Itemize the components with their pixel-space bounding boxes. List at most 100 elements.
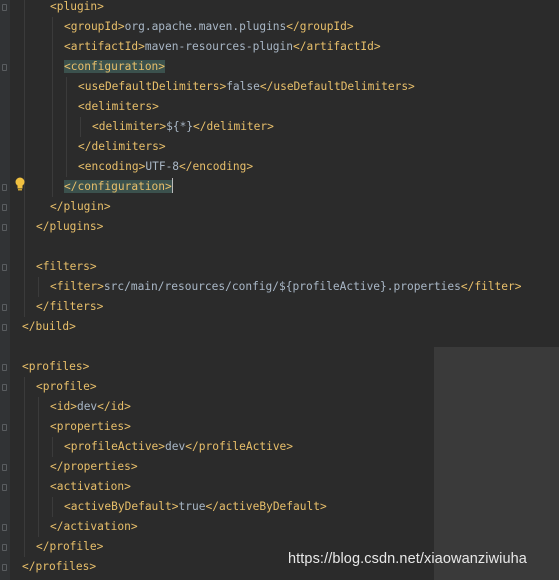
code-line[interactable]: </profile> bbox=[36, 537, 103, 557]
xml-text: ${*} bbox=[166, 120, 194, 133]
xml-tag: </encoding> bbox=[179, 160, 254, 173]
code-line[interactable]: </plugins> bbox=[36, 217, 103, 237]
fold-marker-icon[interactable] bbox=[2, 184, 7, 191]
xml-tag: </id> bbox=[97, 400, 131, 413]
indent-guide bbox=[24, 0, 25, 317]
code-line[interactable]: <artifactId>maven-resources-plugin</arti… bbox=[64, 37, 381, 57]
fold-marker-icon[interactable] bbox=[2, 64, 7, 71]
fold-marker-icon[interactable] bbox=[2, 364, 7, 371]
fold-marker-icon[interactable] bbox=[2, 224, 7, 231]
fold-marker-icon[interactable] bbox=[2, 524, 7, 531]
text-caret bbox=[171, 178, 173, 193]
code-line[interactable]: <activeByDefault>true</activeByDefault> bbox=[64, 497, 327, 517]
xml-tag: </configuration> bbox=[64, 180, 172, 193]
lightbulb-icon[interactable] bbox=[14, 177, 26, 191]
xml-tag: </delimiters> bbox=[78, 140, 166, 153]
xml-tag: <activeByDefault> bbox=[64, 500, 179, 513]
xml-tag: </activeByDefault> bbox=[205, 500, 327, 513]
indent-guide bbox=[80, 117, 81, 137]
xml-tag: </profileActive> bbox=[185, 440, 294, 453]
indent-guide bbox=[38, 277, 39, 297]
xml-tag: <profiles> bbox=[22, 360, 90, 373]
fold-marker-icon[interactable] bbox=[2, 324, 7, 331]
fold-marker-icon[interactable] bbox=[2, 544, 7, 551]
watermark-text: https://blog.csdn.net/xiaowanziwiuha bbox=[288, 551, 527, 567]
xml-tag: <artifactId> bbox=[64, 40, 145, 53]
xml-tag: </activation> bbox=[50, 520, 138, 533]
xml-tag: <configuration> bbox=[64, 60, 166, 73]
fold-marker-icon[interactable] bbox=[2, 204, 7, 211]
code-line[interactable]: <profileActive>dev</profileActive> bbox=[64, 437, 293, 457]
fold-marker-icon[interactable] bbox=[2, 264, 7, 271]
xml-tag: </groupId> bbox=[286, 20, 354, 33]
code-line[interactable]: <delimiters> bbox=[78, 97, 159, 117]
xml-tag: <delimiter> bbox=[92, 120, 167, 133]
xml-tag: <delimiters> bbox=[78, 100, 159, 113]
xml-tag: <plugin> bbox=[50, 0, 104, 13]
code-line[interactable]: </plugin> bbox=[50, 197, 111, 217]
xml-tag: <encoding> bbox=[78, 160, 146, 173]
fold-marker-icon[interactable] bbox=[2, 564, 7, 571]
indent-guide bbox=[38, 397, 39, 537]
xml-text: maven-resources-plugin bbox=[144, 40, 294, 53]
fold-marker-icon[interactable] bbox=[2, 484, 7, 491]
xml-text: true bbox=[178, 500, 206, 513]
code-line[interactable]: </properties> bbox=[50, 457, 138, 477]
indent-guide bbox=[24, 377, 25, 557]
indent-guide bbox=[66, 77, 67, 177]
code-line[interactable]: <properties> bbox=[50, 417, 131, 437]
code-line[interactable]: </configuration> bbox=[64, 177, 173, 197]
code-line[interactable]: <encoding>UTF-8</encoding> bbox=[78, 157, 253, 177]
xml-tag: </filters> bbox=[36, 300, 104, 313]
code-line[interactable]: <profile> bbox=[36, 377, 97, 397]
xml-tag: </build> bbox=[22, 320, 76, 333]
xml-tag: </filter> bbox=[460, 280, 522, 293]
xml-tag: </profile> bbox=[36, 540, 104, 553]
code-line[interactable]: <useDefaultDelimiters>false</useDefaultD… bbox=[78, 77, 415, 97]
code-line[interactable]: <filters> bbox=[36, 257, 97, 277]
code-line[interactable]: <plugin> bbox=[50, 0, 104, 17]
xml-tag: <groupId> bbox=[64, 20, 125, 33]
xml-text: false bbox=[226, 80, 260, 93]
xml-tag: </properties> bbox=[50, 460, 138, 473]
editor-gutter[interactable] bbox=[0, 0, 10, 580]
xml-text: dev bbox=[165, 440, 186, 453]
code-line[interactable]: </activation> bbox=[50, 517, 138, 537]
code-line[interactable]: </filters> bbox=[36, 297, 103, 317]
indent-guide bbox=[52, 437, 53, 457]
editor-overlay-panel bbox=[434, 347, 559, 580]
fold-marker-icon[interactable] bbox=[2, 4, 7, 11]
code-line[interactable]: <activation> bbox=[50, 477, 131, 497]
code-line[interactable]: <id>dev</id> bbox=[50, 397, 131, 417]
fold-marker-icon[interactable] bbox=[2, 384, 7, 391]
xml-tag: </plugins> bbox=[36, 220, 104, 233]
code-line[interactable]: </delimiters> bbox=[78, 137, 166, 157]
code-line[interactable]: <profiles> bbox=[22, 357, 89, 377]
code-line[interactable]: </build> bbox=[22, 317, 76, 337]
xml-tag: </profiles> bbox=[22, 560, 97, 573]
xml-text: UTF-8 bbox=[145, 160, 180, 173]
code-line[interactable]: </profiles> bbox=[22, 557, 96, 577]
xml-tag: <filter> bbox=[50, 280, 104, 293]
xml-tag: <profile> bbox=[36, 380, 97, 393]
xml-tag: <filters> bbox=[36, 260, 97, 273]
fold-marker-icon[interactable] bbox=[2, 424, 7, 431]
xml-text: org.apache.maven.plugins bbox=[124, 20, 287, 33]
code-editor[interactable]: <plugin> <groupId>org.apache.maven.plugin… bbox=[0, 0, 559, 580]
code-line[interactable]: <groupId>org.apache.maven.plugins</group… bbox=[64, 17, 354, 37]
xml-tag: </artifactId> bbox=[293, 40, 381, 53]
xml-tag: <id> bbox=[50, 400, 77, 413]
fold-marker-icon[interactable] bbox=[2, 464, 7, 471]
xml-tag: </delimiter> bbox=[193, 120, 274, 133]
indent-guide bbox=[52, 497, 53, 517]
xml-tag: <profileActive> bbox=[64, 440, 166, 453]
xml-tag: </useDefaultDelimiters> bbox=[259, 80, 415, 93]
xml-text: src/main/resources/config/${profileActiv… bbox=[103, 280, 461, 293]
fold-marker-icon[interactable] bbox=[2, 304, 7, 311]
code-line[interactable]: <configuration> bbox=[64, 57, 166, 77]
xml-text: dev bbox=[76, 400, 98, 413]
code-line[interactable]: <delimiter>${*}</delimiter> bbox=[92, 117, 274, 137]
xml-tag: <useDefaultDelimiters> bbox=[78, 80, 227, 93]
indent-guide bbox=[52, 17, 53, 197]
code-line[interactable]: <filter>src/main/resources/config/${prof… bbox=[50, 277, 522, 297]
